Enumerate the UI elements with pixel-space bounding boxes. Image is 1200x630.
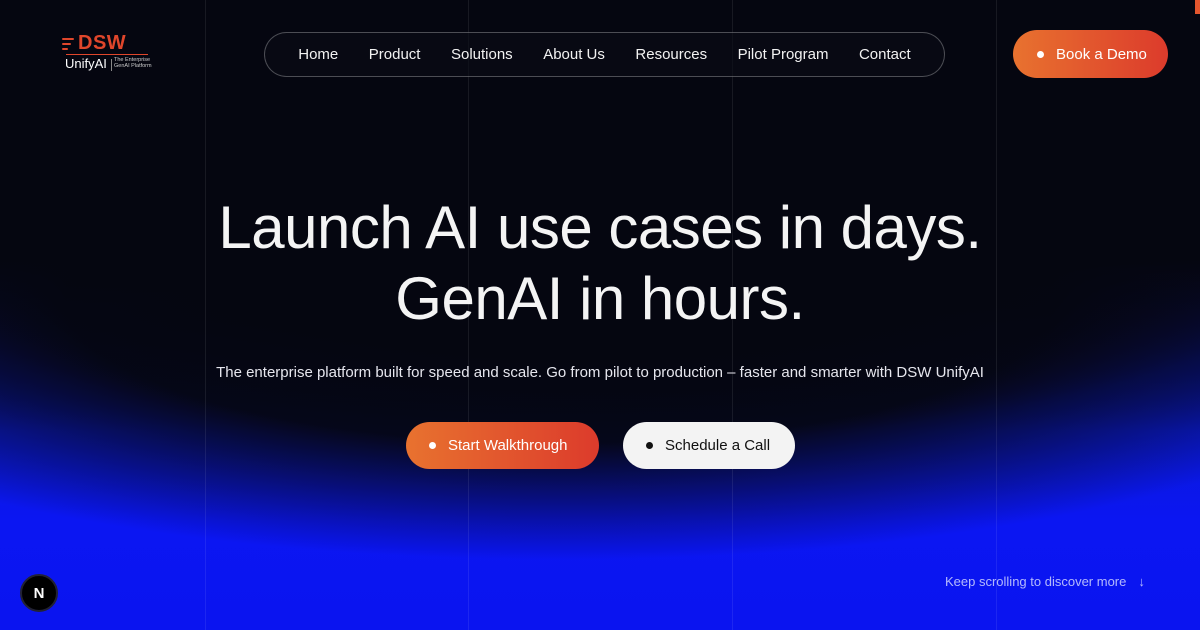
dot-icon	[1037, 50, 1044, 58]
nav-about-us[interactable]: About Us	[543, 46, 605, 63]
logo-divider	[111, 59, 112, 71]
headline-line-2: GenAI in hours.	[395, 265, 805, 332]
nav-solutions[interactable]: Solutions	[451, 46, 513, 63]
dot-icon	[429, 442, 436, 449]
speed-lines-icon	[62, 38, 76, 53]
hero-headline: Launch AI use cases in days. GenAI in ho…	[0, 192, 1200, 334]
schedule-call-label: Schedule a Call	[665, 437, 771, 454]
logo-tagline: The Enterprise GenAI Platform	[114, 57, 152, 69]
logo-main: DSW	[78, 32, 127, 54]
nav-product[interactable]: Product	[369, 46, 421, 63]
nav-pilot-program[interactable]: Pilot Program	[738, 46, 829, 63]
scrollbar-indicator	[1195, 0, 1200, 14]
book-demo-button[interactable]: Book a Demo	[1013, 30, 1168, 78]
arrow-down-icon: ↓	[1138, 574, 1145, 589]
schedule-call-button[interactable]: Schedule a Call	[623, 422, 795, 469]
logo-sub: UnifyAI	[65, 56, 107, 71]
headline-line-1: Launch AI use cases in days.	[218, 194, 982, 261]
nav-contact[interactable]: Contact	[859, 46, 911, 63]
scroll-hint-text: Keep scrolling to discover more	[945, 574, 1127, 589]
brand-logo[interactable]: DSW UnifyAI The Enterprise GenAI Platfor…	[62, 32, 152, 74]
main-nav: Home Product Solutions About Us Resource…	[264, 32, 945, 77]
start-walkthrough-label: Start Walkthrough	[448, 437, 568, 454]
book-demo-label: Book a Demo	[1056, 45, 1147, 63]
badge-letter: N	[33, 584, 45, 602]
nav-home[interactable]: Home	[298, 46, 338, 63]
scroll-hint[interactable]: Keep scrolling to discover more ↓	[945, 574, 1145, 589]
logo-rule	[66, 54, 148, 55]
nextjs-badge-icon[interactable]: N	[20, 574, 58, 612]
nav-resources[interactable]: Resources	[635, 46, 707, 63]
hero-subheadline: The enterprise platform built for speed …	[216, 364, 984, 381]
start-walkthrough-button[interactable]: Start Walkthrough	[406, 422, 599, 469]
dot-icon	[646, 442, 653, 449]
